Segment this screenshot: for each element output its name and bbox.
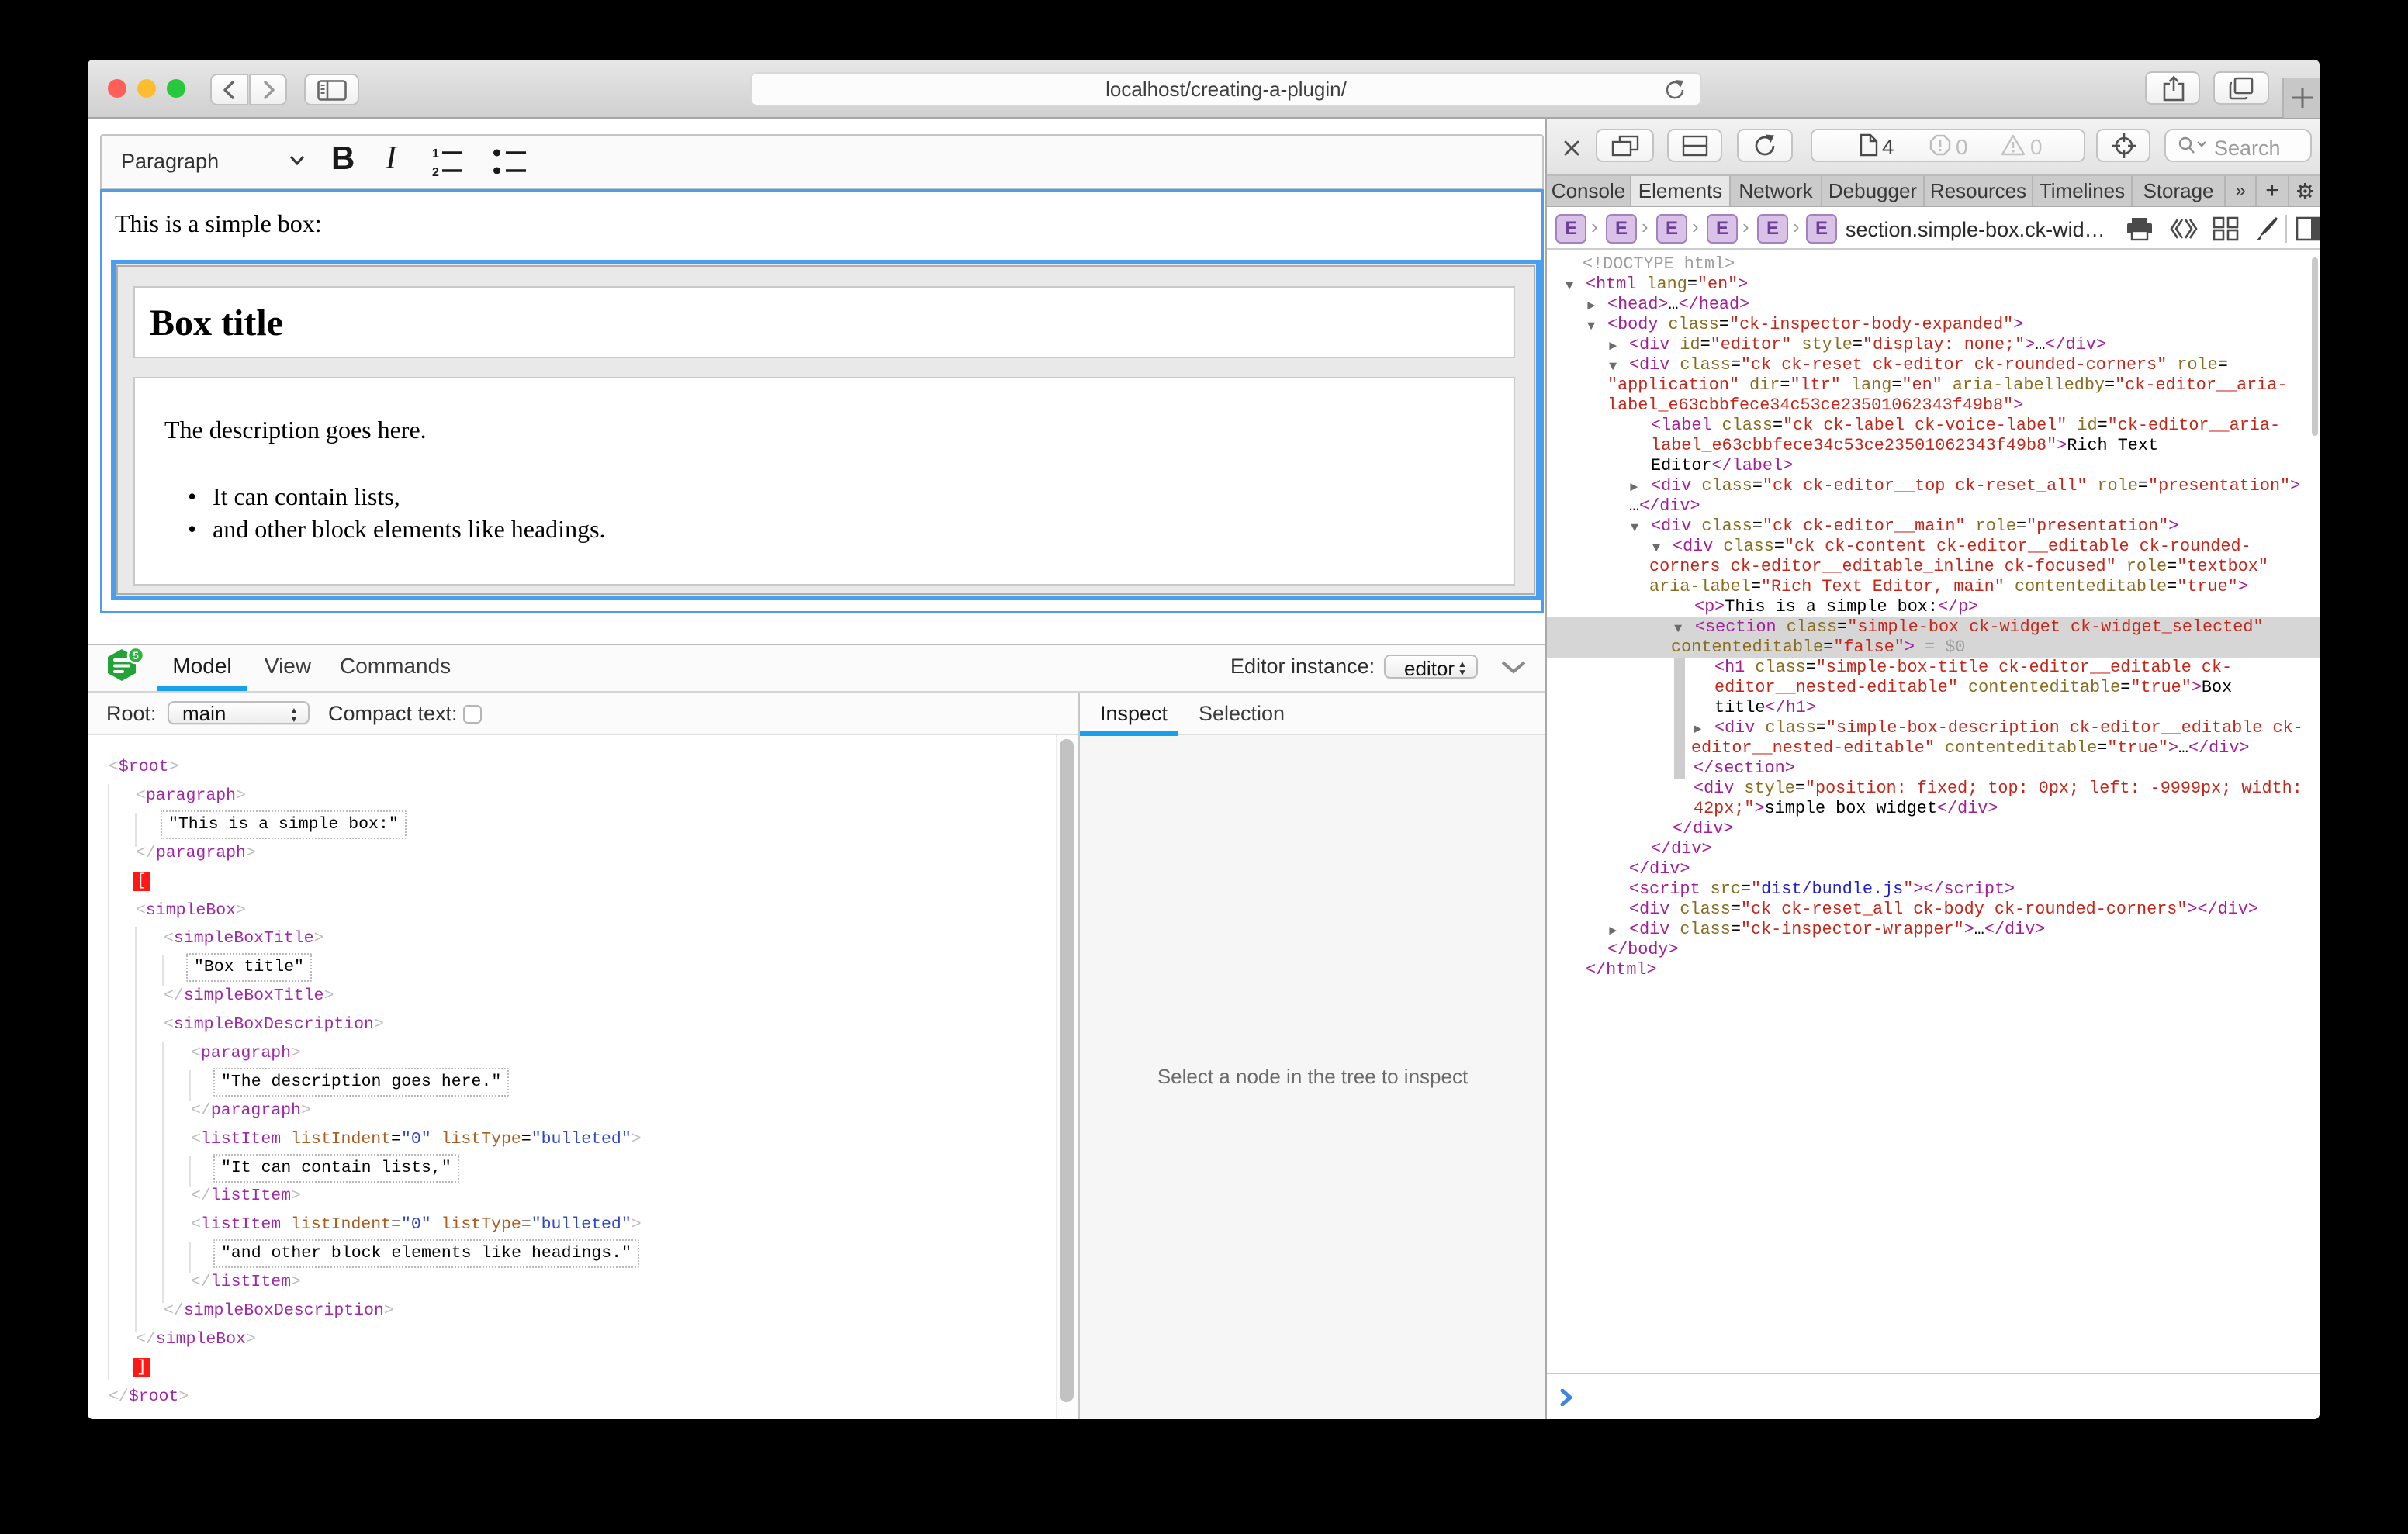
svg-text:5: 5	[133, 649, 139, 662]
svg-text:1: 1	[432, 147, 439, 161]
svg-text:2: 2	[432, 166, 439, 177]
